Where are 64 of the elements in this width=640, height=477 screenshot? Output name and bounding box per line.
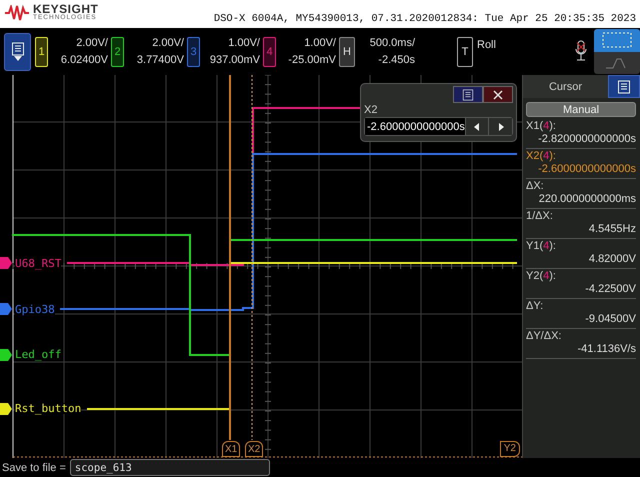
channel-marker-icon[interactable] [0,257,12,269]
reading-label: ΔY/ΔX: [526,330,562,343]
trace-label: U68_RST [15,258,62,269]
horizontal-button[interactable]: H [339,36,355,66]
channel-button[interactable]: 2 [111,36,124,66]
cursor-marker[interactable]: Y2 [500,441,520,457]
channel-offset: 6.02400V [60,54,108,66]
reading-label: Y1(4): [526,240,557,253]
reading-value: 220.0000000000ms [538,193,636,206]
reading-value: -41.1136V/s [576,343,636,356]
selection-box-icon [602,32,632,48]
channel-marker-icon[interactable] [0,403,12,415]
window-title: DSO-X 6004A, MY54390013, 07.31.2020012834: Tue Apr 25 20:35:35 2023 [214,13,636,25]
main-menu-button[interactable] [4,32,31,70]
trace-label: Rst_button [15,403,82,414]
channel-marker-icon[interactable] [0,303,12,315]
reading-value: -9.04500V [584,313,636,326]
menu-icon [617,80,631,94]
reading-label: ΔX: [526,180,545,193]
channel-scale: 1.00V/ [304,38,336,48]
menu-button[interactable] [453,86,483,103]
channel-scale: 1.00V/ [228,38,260,48]
cursor-marker[interactable]: X2 [245,441,264,457]
reading-value: 4.82000V [588,253,636,266]
channel-marker-icon[interactable] [0,349,12,361]
close-button[interactable] [483,86,513,103]
channel-scale: 2.00V/ [76,38,108,48]
file-name-field[interactable]: scope_613 [70,459,270,476]
panel-menu-button[interactable] [608,75,640,98]
zoom-box-button[interactable] [594,29,640,52]
time-delay: -2.450s [378,54,415,66]
channel-button[interactable]: 4 [263,36,276,66]
reading-label: Y2(4): [526,270,557,283]
mode-button[interactable]: Manual [526,102,636,117]
reading-value: -4.22500V [584,283,636,296]
channel-scale: 2.00V/ [152,38,184,48]
channel-button[interactable]: 3 [187,36,200,66]
reading-label: X2(4): [526,150,557,163]
trigger-button[interactable]: T [457,36,473,66]
trace-label: Gpio38 [15,304,55,315]
reading-value: 4.5455Hz [588,223,636,236]
time-scale: 500.0ms/ [370,38,415,48]
channel-button[interactable]: 1 [35,36,48,66]
close-icon [493,90,503,100]
reading-value: -2.6000000000000s [537,163,636,176]
reading-label: X1(4): [526,120,557,133]
reading-label: 1/ΔX: [526,210,554,223]
channel-offset: 3.77400V [136,54,184,66]
logo-wave-icon [4,4,30,20]
reading-value: -2.8200000000000s [537,133,636,146]
save-label: Save to file = [2,462,66,474]
microphone-icon[interactable] [574,40,588,64]
cursor-marker[interactable]: X1 [222,441,240,457]
brand-name: KEYSIGHT [33,3,98,16]
trace-label: Led_off [15,349,62,360]
popup-title: X2 [364,105,378,116]
menu-icon [462,88,474,100]
trigger-mode: Roll [477,40,496,50]
channel-offset: -25.00mV [288,54,336,66]
list-icon [10,42,24,56]
panel-tab[interactable]: Cursor [523,75,608,98]
channel-offset: 937.00mV [210,54,260,66]
caret-icon [14,56,22,61]
reading-label: ΔY: [526,300,544,313]
